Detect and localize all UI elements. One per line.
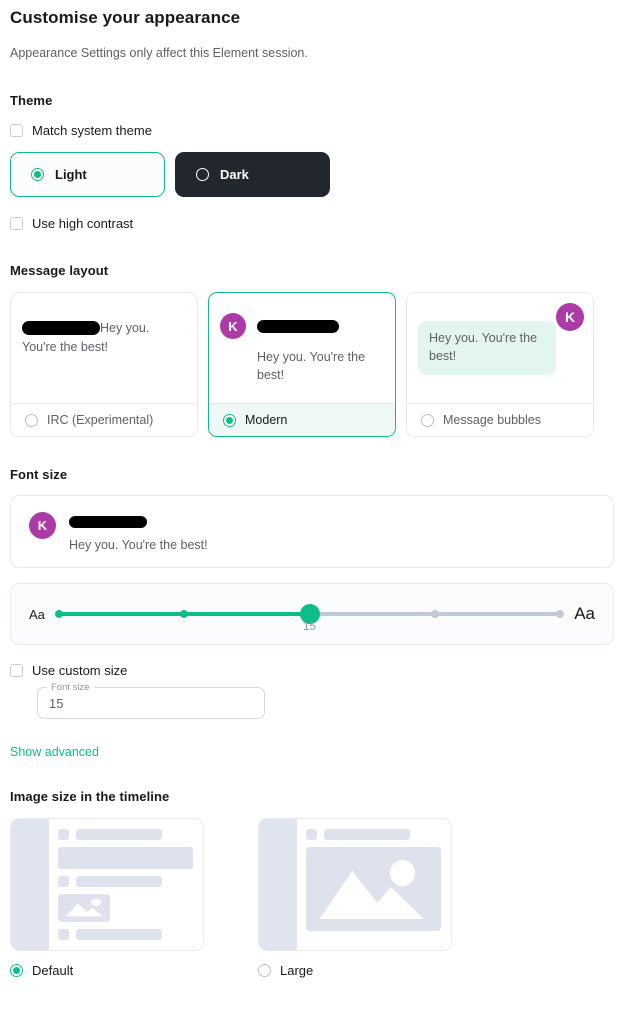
timeline-placeholder: [297, 819, 451, 950]
custom-font-size-field[interactable]: Font size 15: [37, 682, 265, 719]
layout-modern-label: Modern: [245, 413, 288, 427]
theme-option-light[interactable]: Light: [10, 152, 165, 197]
skeleton-row: [58, 876, 193, 888]
skeleton-name: [76, 876, 162, 888]
skeleton-row: [58, 829, 193, 840]
layout-option-irc[interactable]: Hey you. You're the best! IRC (Experimen…: [10, 292, 198, 437]
custom-font-size-value: 15: [49, 695, 64, 711]
layout-modern-footer[interactable]: Modern: [209, 403, 395, 436]
skeleton-avatar: [306, 829, 317, 840]
message-layout-options: Hey you. You're the best! IRC (Experimen…: [10, 292, 614, 437]
font-size-preview-message: Hey you. You're the best!: [69, 538, 208, 552]
page-subtitle: Appearance Settings only affect this Ele…: [10, 46, 308, 60]
high-contrast-label: Use high contrast: [32, 216, 134, 231]
message-layout-heading: Message layout: [10, 263, 109, 278]
layout-irc-label: IRC (Experimental): [47, 413, 154, 427]
image-size-options: Default Large: [10, 818, 614, 978]
theme-heading: Theme: [10, 93, 53, 108]
use-custom-size-label: Use custom size: [32, 663, 128, 678]
avatar: K: [556, 303, 584, 331]
use-custom-size-checkbox[interactable]: [10, 664, 23, 677]
layout-preview-bubbles: K Hey you. You're the best!: [407, 293, 593, 403]
image-size-heading: Image size in the timeline: [10, 789, 170, 804]
appearance-settings-page: Customise your appearance Appearance Set…: [0, 0, 624, 978]
layout-irc-radio[interactable]: [25, 413, 38, 427]
image-size-option-large[interactable]: Large: [258, 818, 452, 978]
font-size-heading: Font size: [10, 467, 68, 482]
bubble-sample: K Hey you. You're the best!: [418, 303, 584, 375]
font-size-slider-box: Aa 15 Aa: [10, 583, 614, 645]
sidebar-placeholder: [259, 819, 297, 950]
skeleton-message: [58, 847, 193, 870]
modern-sample-header: K: [220, 305, 384, 339]
skeleton-name: [76, 929, 162, 940]
skeleton-name: [76, 829, 162, 840]
layout-bubbles-footer[interactable]: Message bubbles: [407, 403, 593, 436]
skeleton-avatar: [58, 829, 69, 840]
layout-preview-modern: K Hey you. You're the best!: [209, 293, 395, 403]
theme-light-radio[interactable]: [31, 168, 44, 181]
font-size-small-label: Aa: [29, 606, 45, 622]
avatar: K: [220, 313, 246, 339]
theme-dark-label: Dark: [220, 167, 249, 182]
redacted-username: [257, 319, 339, 333]
slider-tick-5[interactable]: [556, 610, 565, 618]
match-system-theme-label: Match system theme: [32, 123, 152, 138]
image-size-large-label: Large: [280, 963, 314, 978]
layout-preview-irc: Hey you. You're the best!: [11, 293, 197, 403]
match-system-theme-checkbox[interactable]: [10, 124, 23, 137]
theme-option-dark[interactable]: Dark: [175, 152, 330, 197]
image-size-default-radio[interactable]: [10, 964, 23, 977]
image-placeholder-icon: [58, 894, 110, 922]
slider-value: 15: [303, 621, 316, 633]
redacted-username: [69, 515, 147, 528]
high-contrast-checkbox[interactable]: [10, 217, 23, 230]
page-title: Customise your appearance: [10, 8, 241, 27]
modern-sample-text: Hey you. You're the best!: [257, 350, 366, 382]
theme-options: Light Dark: [10, 152, 614, 197]
image-size-thumb-default[interactable]: [10, 818, 204, 951]
timeline-placeholder: [49, 819, 203, 950]
font-size-slider[interactable]: 15: [54, 599, 565, 633]
skeleton-row: [306, 829, 441, 840]
custom-font-size-legend: Font size: [47, 682, 94, 693]
skeleton-row: [58, 929, 193, 940]
layout-option-modern[interactable]: K Hey you. You're the best! Modern: [208, 292, 396, 437]
use-custom-size-row[interactable]: Use custom size: [10, 663, 614, 678]
image-placeholder-icon: [306, 847, 441, 931]
layout-modern-radio[interactable]: [223, 413, 236, 427]
layout-bubbles-label: Message bubbles: [443, 413, 541, 427]
skeleton-avatar: [58, 929, 69, 940]
avatar: K: [29, 512, 56, 539]
high-contrast-row[interactable]: Use high contrast: [10, 216, 614, 231]
theme-dark-radio[interactable]: [196, 168, 209, 181]
image-size-large-row[interactable]: Large: [258, 963, 452, 978]
layout-bubbles-radio[interactable]: [421, 413, 434, 427]
skeleton-avatar: [58, 876, 69, 888]
skeleton-name: [324, 829, 410, 840]
layout-option-bubbles[interactable]: K Hey you. You're the best! Message bubb…: [406, 292, 594, 437]
image-size-default-row[interactable]: Default: [10, 963, 204, 978]
slider-tick-2[interactable]: [180, 610, 189, 618]
slider-tick-4[interactable]: [430, 610, 439, 618]
image-size-option-default[interactable]: Default: [10, 818, 204, 978]
show-advanced-link[interactable]: Show advanced: [10, 745, 614, 759]
layout-irc-footer[interactable]: IRC (Experimental): [11, 403, 197, 436]
bubble-sample-text: Hey you. You're the best!: [418, 321, 556, 375]
image-size-large-radio[interactable]: [258, 964, 271, 977]
irc-sample-line: Hey you. You're the best!: [22, 305, 186, 357]
font-size-preview-body: Hey you. You're the best!: [69, 511, 208, 552]
theme-light-label: Light: [55, 167, 87, 182]
slider-tick-1[interactable]: [54, 610, 63, 618]
sidebar-placeholder: [11, 819, 49, 950]
image-size-default-label: Default: [32, 963, 74, 978]
image-size-thumb-large[interactable]: [258, 818, 452, 951]
redacted-username: [22, 320, 100, 335]
match-system-theme-row[interactable]: Match system theme: [10, 123, 614, 138]
font-size-preview: K Hey you. You're the best!: [10, 495, 614, 568]
font-size-large-label: Aa: [574, 604, 595, 623]
